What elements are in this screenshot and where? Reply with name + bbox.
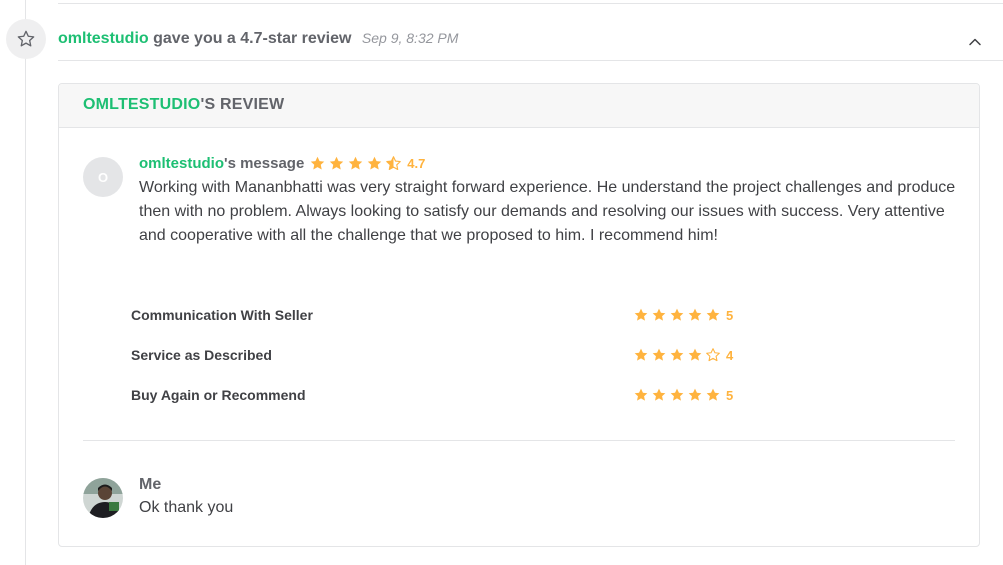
star-filled-icon xyxy=(368,156,382,170)
event-title: omltestudio gave you a 4.7-star review S… xyxy=(58,30,458,48)
card-title-suffix: 'S REVIEW xyxy=(200,96,285,113)
rating-row-recommend: Buy Again or Recommend 5 xyxy=(131,386,951,406)
star-filled-icon xyxy=(670,308,684,321)
review-card-title: OMLTESTUDIO'S REVIEW xyxy=(83,96,284,114)
card-title-name[interactable]: OMLTESTUDIO xyxy=(83,96,200,113)
user-avatar-photo xyxy=(83,478,123,518)
star-filled-icon xyxy=(311,156,325,170)
rating-row-label: Service as Described xyxy=(131,347,272,363)
rating-row-label: Communication With Seller xyxy=(131,307,313,323)
rating-row-value: 4 xyxy=(633,347,733,363)
message-author-link[interactable]: omltestudio xyxy=(139,155,224,172)
star-filled-icon xyxy=(652,308,666,321)
star-filled-icon xyxy=(670,348,684,361)
overall-star-rating xyxy=(309,155,404,172)
star-half-icon xyxy=(386,156,402,171)
star-rating xyxy=(633,387,723,403)
star-filled-icon xyxy=(634,308,648,321)
rating-row-service: Service as Described 4 xyxy=(131,346,951,366)
message-author-suffix: 's message xyxy=(224,155,305,172)
star-filled-icon xyxy=(349,156,363,170)
rating-row-label: Buy Again or Recommend xyxy=(131,387,306,403)
star-filled-icon xyxy=(634,348,648,361)
star-filled-icon xyxy=(330,156,344,170)
star-filled-icon xyxy=(688,308,702,321)
star-filled-icon xyxy=(652,348,666,361)
star-filled-icon xyxy=(670,388,684,401)
overall-rating-value: 4.7 xyxy=(407,156,426,171)
message-header: omltestudio's message 4.7 xyxy=(139,155,425,172)
event-action-text: gave you a 4.7-star review xyxy=(153,30,352,47)
review-event-header: omltestudio gave you a 4.7-star review S… xyxy=(58,20,1003,61)
star-rating xyxy=(633,347,723,363)
avatar: O xyxy=(83,157,123,197)
review-message-body: Working with Mananbhatti was very straig… xyxy=(139,179,956,244)
timeline-line xyxy=(25,0,26,565)
reply-text: Ok thank you xyxy=(139,499,234,516)
rating-number: 5 xyxy=(726,387,734,403)
star-filled-icon xyxy=(706,308,720,321)
review-card-header: OMLTESTUDIO'S REVIEW xyxy=(59,84,979,128)
rating-row-value: 5 xyxy=(633,307,733,323)
star-filled-icon xyxy=(688,388,702,401)
top-divider xyxy=(58,3,1003,4)
rating-row-value: 5 xyxy=(633,387,733,403)
star-filled-icon xyxy=(634,388,648,401)
star-outline-icon xyxy=(6,19,46,59)
star-empty-icon xyxy=(706,348,720,362)
event-reviewer-link[interactable]: omltestudio xyxy=(58,30,149,47)
review-card: OMLTESTUDIO'S REVIEW O omltestudio's mes… xyxy=(58,83,980,547)
reply-divider xyxy=(83,440,955,441)
star-filled-icon xyxy=(688,348,702,361)
rating-number: 5 xyxy=(726,307,734,323)
rating-number: 4 xyxy=(726,347,734,363)
reply-author: Me xyxy=(139,476,162,493)
avatar-letter: O xyxy=(97,169,109,185)
rating-row-communication: Communication With Seller 5 xyxy=(131,306,951,326)
star-filled-icon xyxy=(706,388,720,401)
star-rating xyxy=(633,307,723,323)
star-filled-icon xyxy=(652,388,666,401)
chevron-up-icon[interactable] xyxy=(967,34,983,50)
event-timestamp: Sep 9, 8:32 PM xyxy=(361,30,459,46)
